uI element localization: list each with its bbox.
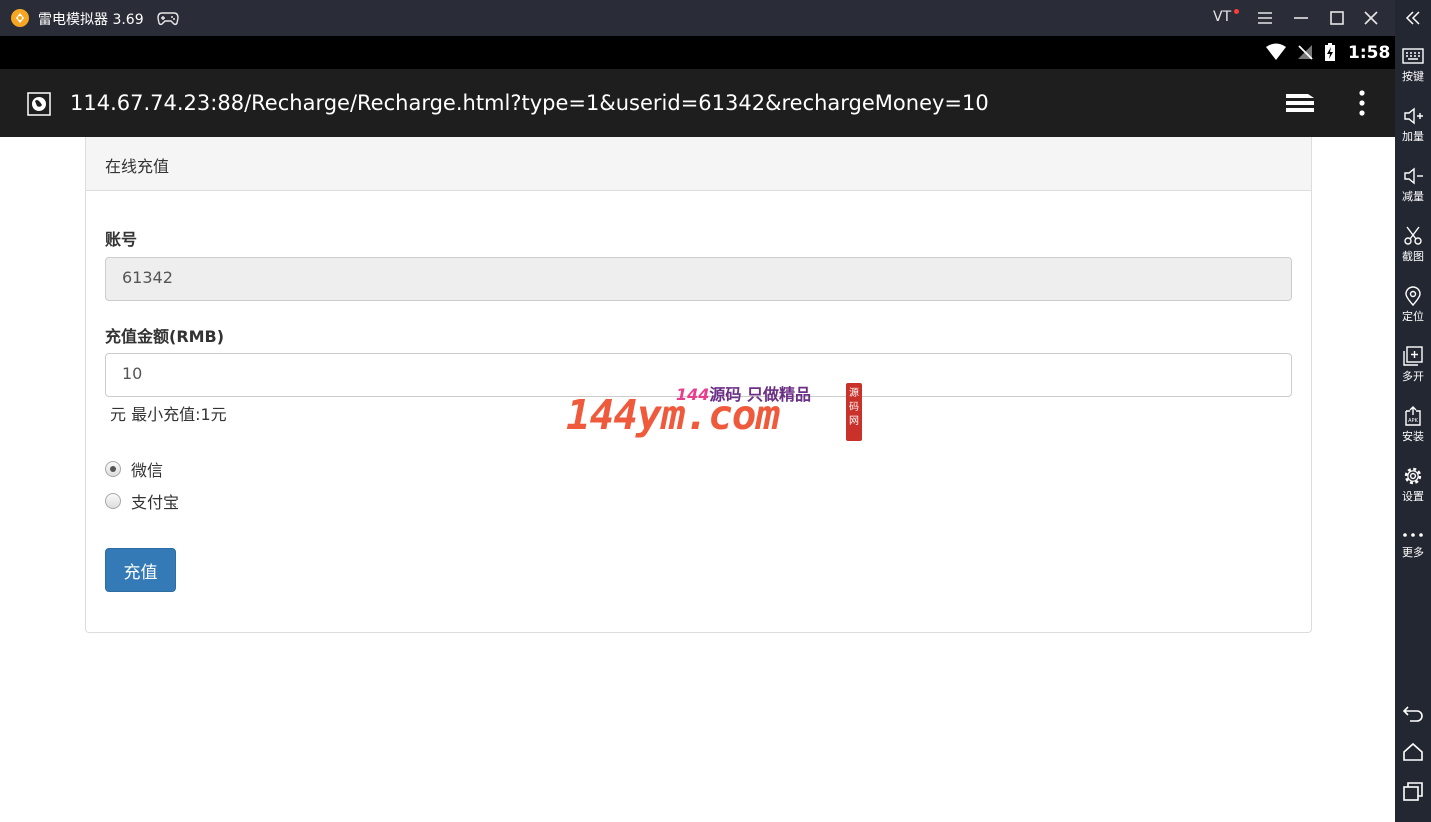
site-globe-icon[interactable] bbox=[27, 92, 51, 116]
app-title: 雷电模拟器 3.69 bbox=[38, 12, 144, 28]
sidebar-item-label: 设置 bbox=[1402, 490, 1424, 503]
amount-label: 充值金额(RMB) bbox=[105, 327, 225, 346]
gear-icon bbox=[1404, 467, 1422, 485]
sidebar-item-label: 安装 bbox=[1402, 430, 1424, 443]
apk-install-icon: APK bbox=[1405, 406, 1421, 426]
no-signal-icon bbox=[1298, 45, 1313, 60]
payment-option-alipay[interactable]: 支付宝 bbox=[105, 490, 179, 512]
battery-charging-icon bbox=[1325, 43, 1335, 61]
account-label: 账号 bbox=[105, 230, 138, 249]
close-icon[interactable] bbox=[1360, 7, 1382, 29]
web-page: 在线充值 账号 61342 充值金额(RMB) 10 元 最小充值:1元 微信 … bbox=[0, 137, 1395, 822]
home-icon[interactable] bbox=[1402, 741, 1424, 763]
android-status-bar: 1:58 bbox=[0, 36, 1395, 69]
keyboard-icon bbox=[1402, 48, 1424, 64]
gamepad-icon[interactable] bbox=[157, 9, 179, 27]
sidebar-item-location[interactable]: 定位 bbox=[1395, 286, 1431, 324]
more-dots-icon bbox=[1403, 533, 1423, 537]
payment-option-label: 微信 bbox=[131, 461, 164, 480]
emulator-sidebar: 按键 加量 减量 截图 定位 多开 APK 安装 设置 更多 bbox=[1395, 0, 1431, 822]
sidebar-item-label: 多开 bbox=[1402, 370, 1424, 383]
minimize-icon[interactable] bbox=[1290, 7, 1312, 29]
vt-indicator[interactable]: VT bbox=[1213, 9, 1231, 25]
sidebar-item-install-apk[interactable]: APK 安装 bbox=[1395, 406, 1431, 444]
multi-instance-icon bbox=[1403, 346, 1423, 366]
overflow-menu-icon[interactable] bbox=[1354, 89, 1370, 117]
sidebar-item-label: 截图 bbox=[1402, 250, 1424, 263]
account-field: 61342 bbox=[105, 257, 1292, 301]
address-url[interactable]: 114.67.74.23:88/Recharge/Recharge.html?t… bbox=[70, 91, 989, 115]
back-icon[interactable] bbox=[1402, 701, 1424, 723]
status-clock: 1:58 bbox=[1348, 43, 1391, 63]
scissors-icon bbox=[1404, 226, 1422, 245]
browser-url-bar: 114.67.74.23:88/Recharge/Recharge.html?t… bbox=[0, 69, 1395, 137]
recharge-submit-button[interactable]: 充值 bbox=[105, 548, 176, 592]
wifi-icon bbox=[1266, 43, 1286, 60]
sidebar-item-label: 更多 bbox=[1402, 546, 1424, 559]
sidebar-item-multi-instance[interactable]: 多开 bbox=[1395, 346, 1431, 384]
sidebar-item-keymap[interactable]: 按键 bbox=[1395, 46, 1431, 84]
volume-down-icon bbox=[1404, 167, 1423, 185]
sidebar-item-label: 减量 bbox=[1402, 190, 1424, 203]
sidebar-item-label: 定位 bbox=[1402, 310, 1424, 323]
panel-heading: 在线充值 bbox=[86, 137, 1311, 191]
sidebar-item-screenshot[interactable]: 截图 bbox=[1395, 226, 1431, 264]
radio-selected-icon[interactable] bbox=[105, 461, 121, 477]
maximize-icon[interactable] bbox=[1326, 7, 1348, 29]
radio-unselected-icon[interactable] bbox=[105, 493, 121, 509]
hamburger-menu-icon[interactable] bbox=[1254, 7, 1276, 29]
sidebar-item-more[interactable]: 更多 bbox=[1395, 528, 1431, 560]
payment-option-wechat[interactable]: 微信 bbox=[105, 458, 163, 480]
sidebar-item-volume-down[interactable]: 减量 bbox=[1395, 166, 1431, 204]
collapse-chevrons-icon[interactable] bbox=[1404, 9, 1422, 27]
sidebar-item-label: 按键 bbox=[1402, 70, 1424, 83]
sidebar-item-settings[interactable]: 设置 bbox=[1395, 466, 1431, 504]
watermark-logo: 144ym.com 144源码 只做精品 源码网 bbox=[566, 381, 866, 445]
ldplayer-logo-icon bbox=[11, 9, 29, 27]
tabs-stack-icon[interactable] bbox=[1284, 90, 1316, 116]
watermark-slogan: 144源码 只做精品 bbox=[676, 385, 811, 404]
recent-apps-icon[interactable] bbox=[1402, 780, 1424, 802]
location-pin-icon bbox=[1405, 286, 1421, 306]
vt-status-dot bbox=[1234, 9, 1239, 14]
sidebar-item-volume-up[interactable]: 加量 bbox=[1395, 106, 1431, 144]
watermark-seal: 源码网 bbox=[846, 383, 862, 441]
amount-hint: 元 最小充值:1元 bbox=[110, 405, 227, 424]
payment-option-label: 支付宝 bbox=[131, 493, 180, 512]
emulator-title-bar: 雷电模拟器 3.69 VT bbox=[0, 0, 1395, 36]
volume-up-icon bbox=[1404, 107, 1423, 125]
svg-text:APK: APK bbox=[1408, 418, 1418, 424]
sidebar-item-label: 加量 bbox=[1402, 130, 1424, 143]
